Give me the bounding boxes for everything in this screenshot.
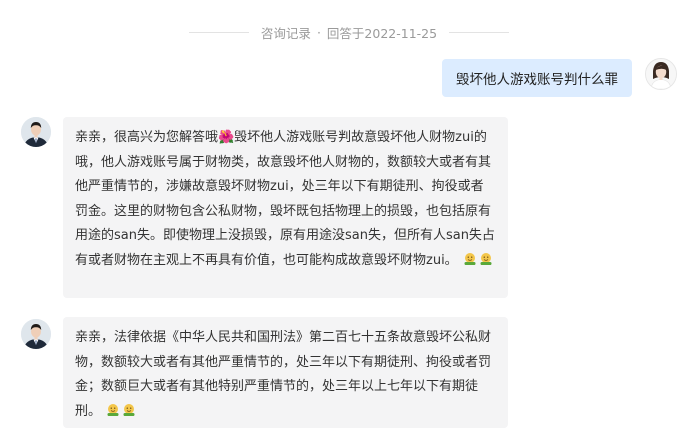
consultation-header: 咨询记录 · 回答于2022-11-25 xyxy=(0,22,698,42)
header-separator: · xyxy=(316,24,321,40)
user-question-text: 毁坏他人游戏账号判什么罪 xyxy=(456,72,618,88)
answer-bubble: 亲亲，法律依据《中华人民共和国刑法》第二百七十五条故意毁坏公私财物，数额较大或者… xyxy=(63,317,508,428)
header-divider-right xyxy=(449,31,510,33)
answer-text: 亲亲，法律依据《中华人民共和国刑法》第二百七十五条故意毁坏公私财物，数额较大或者… xyxy=(75,330,492,419)
user-question-bubble: 毁坏他人游戏账号判什么罪 xyxy=(442,59,632,97)
lawyer-avatar-icon[interactable] xyxy=(21,117,51,147)
user-avatar-icon[interactable] xyxy=(645,58,677,90)
hug-emoji-icon xyxy=(462,252,494,268)
lawyer-avatar-icon[interactable] xyxy=(21,319,51,349)
hug-emoji-icon xyxy=(105,403,137,419)
header-answered-date: 回答于2022-11-25 xyxy=(326,25,438,41)
header-label: 咨询记录 xyxy=(260,25,311,41)
header-divider-left xyxy=(188,31,249,33)
answer-text: 亲亲，很高兴为您解答哦🌺毁坏他人游戏账号判故意毁坏他人财物zui的哦，他人游戏账… xyxy=(75,130,495,268)
answer-bubble: 亲亲，很高兴为您解答哦🌺毁坏他人游戏账号判故意毁坏他人财物zui的哦，他人游戏账… xyxy=(63,117,508,298)
